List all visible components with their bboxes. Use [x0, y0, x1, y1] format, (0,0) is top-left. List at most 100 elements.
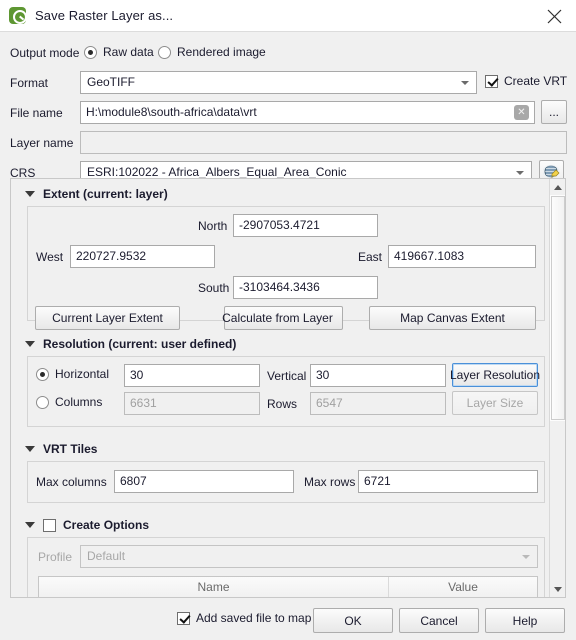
create-options-table[interactable]: Name Value: [38, 576, 538, 597]
resolution-group: Horizontal 30 Vertical 30 Layer Resoluti…: [27, 356, 545, 427]
chevron-down-icon: [516, 170, 524, 175]
dialog-footer: Add saved file to map OK Cancel Help: [0, 598, 576, 640]
radio-mark-icon: [84, 45, 97, 59]
table-header-name[interactable]: Name: [39, 577, 389, 597]
layer-name-input[interactable]: [80, 131, 567, 154]
resolution-header-label: Resolution (current: user defined): [43, 337, 237, 351]
scrollbar-thumb[interactable]: [551, 196, 565, 420]
radio-columns[interactable]: Columns: [36, 395, 102, 409]
max-columns-input[interactable]: 6807: [114, 470, 294, 493]
help-label: Help: [512, 613, 538, 628]
file-name-input[interactable]: H:\module8\south-africa\data\vrt: [80, 101, 535, 124]
vertical-value: 30: [316, 368, 330, 382]
current-layer-extent-label: Current Layer Extent: [52, 311, 163, 325]
create-options-section-header[interactable]: Create Options: [25, 518, 149, 532]
format-select[interactable]: GeoTIFF: [80, 71, 477, 94]
vertical-input[interactable]: 30: [310, 364, 446, 387]
radio-raw-data-label: Raw data: [103, 45, 154, 59]
add-saved-file-label: Add saved file to map: [196, 611, 312, 625]
rows-label: Rows: [267, 397, 298, 411]
calculate-from-layer-button[interactable]: Calculate from Layer: [222, 306, 343, 330]
vrt-tiles-section-header[interactable]: VRT Tiles: [25, 442, 97, 456]
scroll-up-button[interactable]: [550, 179, 565, 195]
clear-icon[interactable]: ✕: [514, 105, 529, 120]
ok-label: OK: [344, 613, 362, 628]
map-canvas-extent-button[interactable]: Map Canvas Extent: [369, 306, 536, 330]
layer-resolution-label: Layer Resolution: [449, 368, 541, 382]
columns-value: 6631: [130, 396, 157, 410]
vrt-tiles-group: Max columns 6807 Max rows 6721: [27, 461, 545, 503]
horizontal-value: 30: [130, 368, 144, 382]
table-header-row: Name Value: [39, 577, 537, 597]
collapse-triangle-icon: [25, 522, 35, 528]
map-canvas-extent-label: Map Canvas Extent: [400, 311, 505, 325]
close-icon: [547, 9, 561, 23]
settings-content: Extent (current: layer) North -2907053.4…: [11, 179, 551, 597]
rows-input[interactable]: 6547: [310, 392, 446, 415]
east-input[interactable]: 419667.1083: [388, 245, 536, 268]
format-row: Format GeoTIFF Create VRT: [0, 70, 576, 96]
south-input[interactable]: -3103464.3436: [233, 276, 378, 299]
collapse-triangle-icon: [25, 446, 35, 452]
output-mode-label: Output mode: [10, 46, 80, 60]
scroll-down-button[interactable]: [550, 581, 565, 597]
columns-label: Columns: [55, 395, 103, 409]
browse-button[interactable]: ...: [541, 100, 567, 124]
chevron-down-icon: [522, 554, 530, 559]
create-vrt-checkbox[interactable]: Create VRT: [485, 74, 567, 88]
file-name-value: H:\module8\south-africa\data\vrt: [86, 105, 257, 119]
radio-raw-data[interactable]: Raw data: [84, 45, 154, 59]
extent-header-label: Extent (current: layer): [43, 187, 168, 201]
vrt-tiles-header-label: VRT Tiles: [43, 442, 98, 456]
checkbox-mark-icon: [177, 611, 190, 625]
browse-label: ...: [548, 105, 559, 119]
columns-input[interactable]: 6631: [124, 392, 260, 415]
layer-resolution-button[interactable]: Layer Resolution: [449, 363, 541, 387]
horizontal-label: Horizontal: [55, 367, 110, 381]
layer-name-row: Layer name: [0, 130, 576, 156]
collapse-triangle-icon: [25, 191, 35, 197]
title-bar: Save Raster Layer as...: [0, 0, 576, 32]
horizontal-input[interactable]: 30: [124, 364, 260, 387]
file-name-row: File name H:\module8\south-africa\data\v…: [0, 100, 576, 126]
chevron-down-icon: [461, 80, 469, 85]
create-options-checkbox[interactable]: [43, 518, 56, 532]
format-value: GeoTIFF: [87, 75, 136, 89]
window-title: Save Raster Layer as...: [35, 8, 174, 23]
crs-value: ESRI:102022 - Africa_Albers_Equal_Area_C…: [87, 165, 347, 179]
chevron-up-icon: [554, 184, 562, 190]
max-rows-input[interactable]: 6721: [358, 470, 538, 493]
radio-horizontal[interactable]: Horizontal: [36, 367, 109, 381]
file-name-label: File name: [10, 106, 63, 120]
east-value: 419667.1083: [394, 249, 465, 263]
close-button[interactable]: [532, 0, 576, 32]
max-columns-label: Max columns: [36, 475, 107, 489]
create-options-header-label: Create Options: [63, 518, 150, 532]
ok-button[interactable]: OK: [313, 608, 393, 633]
rows-value: 6547: [316, 396, 343, 410]
settings-scroll-area: Extent (current: layer) North -2907053.4…: [10, 178, 566, 598]
help-button[interactable]: Help: [485, 608, 565, 633]
add-saved-file-checkbox[interactable]: Add saved file to map: [177, 611, 311, 625]
radio-mark-icon: [36, 395, 49, 409]
vertical-scrollbar[interactable]: [549, 179, 565, 597]
north-input[interactable]: -2907053.4721: [233, 214, 378, 237]
radio-rendered-image[interactable]: Rendered image: [158, 45, 266, 59]
west-input[interactable]: 220727.9532: [70, 245, 215, 268]
extent-section-header[interactable]: Extent (current: layer): [25, 187, 168, 201]
max-columns-value: 6807: [120, 474, 147, 488]
collapse-triangle-icon: [25, 341, 35, 347]
table-header-value[interactable]: Value: [389, 577, 537, 597]
layer-size-button[interactable]: Layer Size: [452, 391, 538, 415]
vertical-label: Vertical: [267, 369, 307, 383]
west-value: 220727.9532: [76, 249, 147, 263]
resolution-section-header[interactable]: Resolution (current: user defined): [25, 337, 236, 351]
profile-label: Profile: [38, 550, 73, 564]
cancel-button[interactable]: Cancel: [399, 608, 479, 633]
profile-select[interactable]: Default: [80, 545, 538, 568]
create-options-group: Profile Default Name Value: [27, 537, 545, 597]
radio-rendered-image-label: Rendered image: [177, 45, 266, 59]
max-rows-label: Max rows: [304, 475, 356, 489]
checkbox-mark-icon: [485, 74, 498, 88]
current-layer-extent-button[interactable]: Current Layer Extent: [35, 306, 180, 330]
